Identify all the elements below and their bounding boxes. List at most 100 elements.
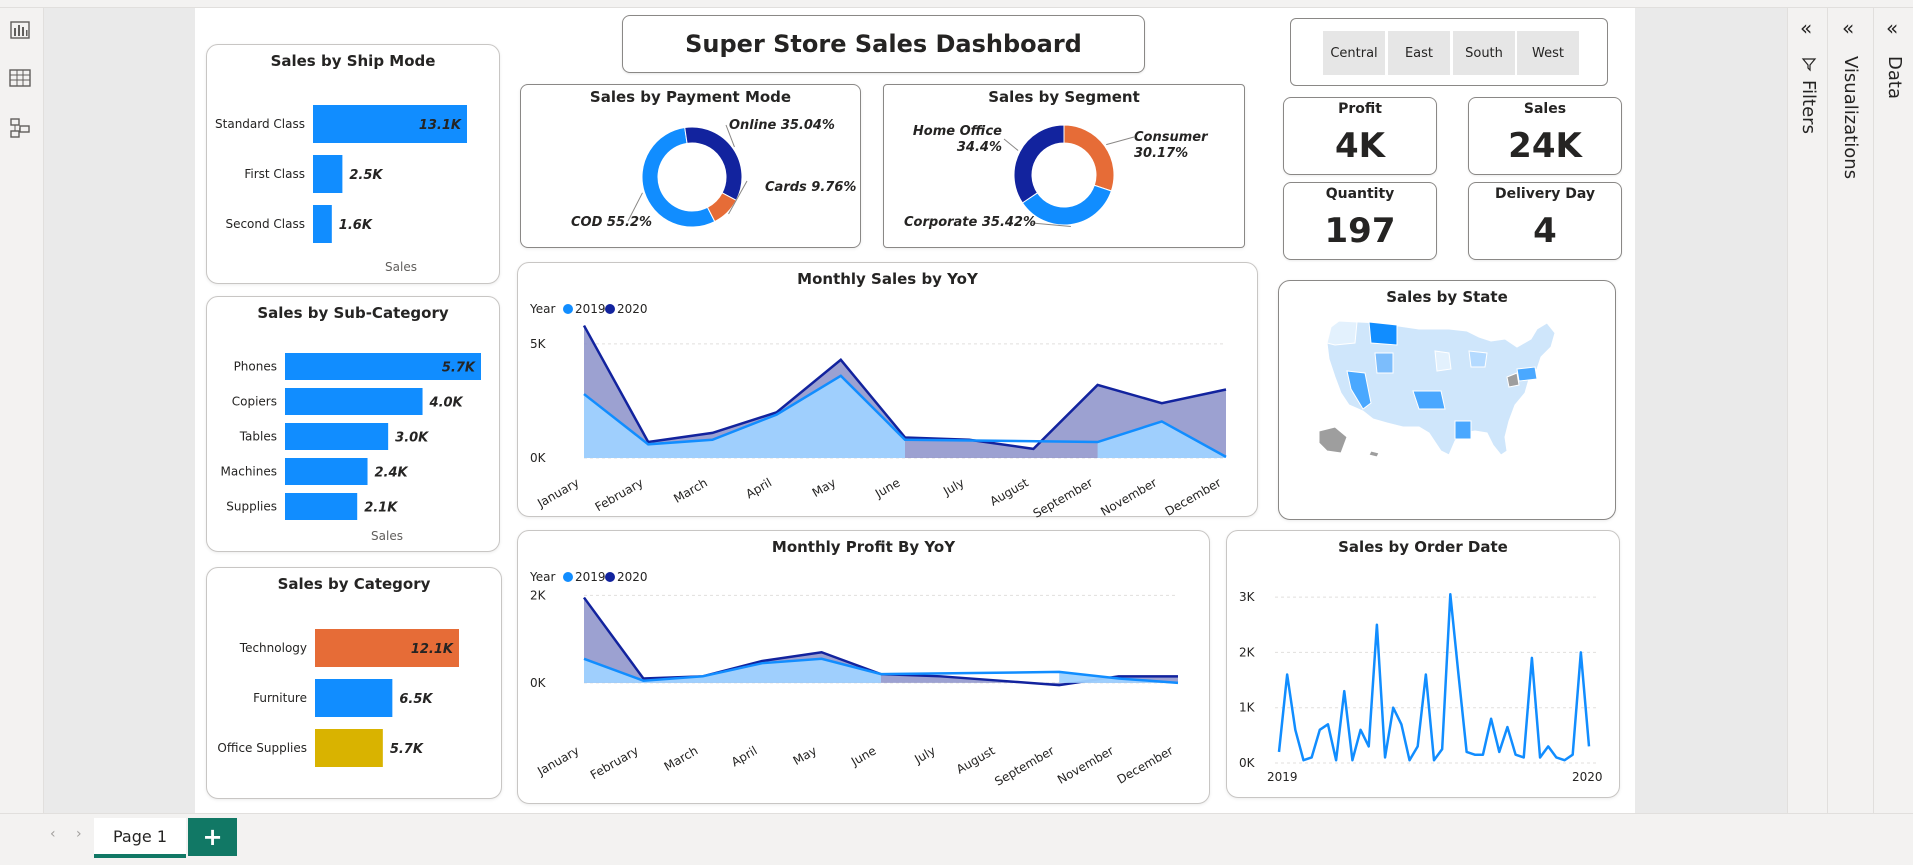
monthly-profit-chart: Year 2019 2020 0K 2K January February March Apri… xyxy=(529,570,1179,789)
table-view-icon[interactable] xyxy=(8,66,32,90)
x-tick-label: May xyxy=(791,743,819,768)
donut-slice[interactable] xyxy=(1013,124,1065,204)
collapse-icon[interactable]: « xyxy=(1842,16,1854,40)
donut-data-label: 30.17% xyxy=(1134,146,1188,161)
kpi-label: Quantity xyxy=(1325,186,1395,202)
bar-data-label: 12.1K xyxy=(411,642,454,657)
slicer-west[interactable]: West xyxy=(1517,31,1579,75)
y-tick-label: 2K xyxy=(530,588,547,602)
legend-marker[interactable] xyxy=(563,304,573,314)
bar[interactable] xyxy=(285,493,358,520)
kpi-sales[interactable]: Sales 24K xyxy=(1468,97,1622,175)
bar[interactable] xyxy=(315,679,393,717)
report-view-icon[interactable] xyxy=(8,18,32,42)
bar[interactable] xyxy=(285,458,368,485)
monthly-profit-card[interactable]: Monthly Profit By YoY Year 2019 2020 0K 2K Ja… xyxy=(517,530,1210,804)
us-state-map[interactable] xyxy=(1279,281,1617,521)
kpi-value: 197 xyxy=(1324,211,1396,251)
state-ok[interactable] xyxy=(1412,390,1446,410)
payment-mode-chart: COD 55.2% Online 35.04% Cards 9.76% xyxy=(571,118,856,230)
bar[interactable] xyxy=(313,205,332,243)
segment-chart: Consumer30.17% Corporate 35.42% Home Offic… xyxy=(904,124,1209,230)
series-line-2020[interactable] xyxy=(582,596,1178,687)
legend-label[interactable]: 2019 xyxy=(575,570,606,584)
kpi-profit[interactable]: Profit 4K xyxy=(1283,97,1437,175)
legend-label[interactable]: 2020 xyxy=(617,570,648,584)
bar[interactable] xyxy=(285,388,423,415)
filters-pane[interactable]: « Filters xyxy=(1787,8,1827,813)
legend-label[interactable]: 2019 xyxy=(575,302,606,316)
bar-category-label: Machines xyxy=(221,465,277,479)
bar[interactable] xyxy=(315,729,383,767)
state-ia[interactable] xyxy=(1434,350,1452,372)
bar-category-label: Copiers xyxy=(232,395,277,409)
donut-data-label: Corporate 35.42% xyxy=(904,215,1036,230)
data-pane[interactable]: « Data xyxy=(1873,8,1913,813)
kpi-value: 4K xyxy=(1334,126,1385,166)
bar[interactable] xyxy=(285,423,389,450)
legend-title: Year xyxy=(529,570,555,584)
category-card[interactable]: Sales by Category Technology 12.1K Furnitu… xyxy=(206,567,502,799)
state-la[interactable] xyxy=(1454,420,1472,440)
bar[interactable] xyxy=(313,155,343,193)
slicer-south[interactable]: South xyxy=(1453,31,1515,75)
order-date-line[interactable] xyxy=(1277,593,1591,762)
dashboard-title: Super Store Sales Dashboard xyxy=(622,15,1145,73)
x-tick-label: September xyxy=(1031,475,1095,518)
data-label[interactable]: Data xyxy=(1884,56,1905,99)
bar-category-label: Tables xyxy=(239,430,277,444)
x-tick-label: July xyxy=(911,743,938,766)
bar-data-label: 6.5K xyxy=(399,692,433,707)
state-pa[interactable] xyxy=(1516,366,1538,382)
legend-marker[interactable] xyxy=(563,572,573,582)
ship-mode-chart: Standard Class 13.1K First Class 2.5K Second… xyxy=(215,105,467,274)
state-mt[interactable] xyxy=(1368,321,1398,346)
x-tick-label: August xyxy=(988,475,1032,508)
collapse-icon[interactable]: « xyxy=(1800,16,1812,40)
legend-label[interactable]: 2020 xyxy=(617,302,648,316)
order-date-card[interactable]: Sales by Order Date 0K 1K 2K 3K 2019 2020 xyxy=(1226,530,1620,798)
segment-card[interactable]: Sales by Segment Consumer 30.17% Corporate… xyxy=(883,84,1245,248)
kpi-label: Delivery Day xyxy=(1494,186,1595,202)
x-tick-label: March xyxy=(671,475,710,505)
state-mi[interactable] xyxy=(1468,350,1488,368)
state-ak[interactable] xyxy=(1318,426,1348,454)
visualizations-pane[interactable]: « Visualizations xyxy=(1827,8,1873,813)
payment-mode-card[interactable]: Sales by Payment Mode COD 55.2% Online 35… xyxy=(520,84,861,248)
nav-next-icon[interactable]: › xyxy=(76,826,82,842)
visualizations-label[interactable]: Visualizations xyxy=(1840,56,1861,179)
donut-data-label: 34.4% xyxy=(957,140,1002,155)
axis-label: Sales xyxy=(385,260,417,274)
legend-marker[interactable] xyxy=(605,304,615,314)
legend-title: Year xyxy=(529,302,555,316)
add-page-button[interactable]: + xyxy=(188,818,237,856)
page-tab-1[interactable]: Page 1 xyxy=(94,818,186,858)
bar-data-label: 2.5K xyxy=(349,168,383,183)
x-tick-label: February xyxy=(593,475,646,514)
bar-category-label: Furniture xyxy=(253,691,307,705)
page-navigation-bar xyxy=(0,813,1913,865)
state-map-card[interactable]: Sales by State xyxy=(1278,280,1616,520)
collapse-icon[interactable]: « xyxy=(1886,16,1898,40)
state-wy[interactable] xyxy=(1374,352,1394,374)
filters-label[interactable]: Filters xyxy=(1798,80,1819,134)
donut-data-label: Home Office xyxy=(913,124,1002,139)
monthly-sales-card[interactable]: Monthly Sales by YoY Year 2019 2020 0K 5K Jan… xyxy=(517,262,1258,518)
slicer-east[interactable]: East xyxy=(1388,31,1450,75)
kpi-quantity[interactable]: Quantity 197 xyxy=(1283,182,1437,260)
nav-prev-icon[interactable]: ‹ xyxy=(50,826,56,842)
bar-category-label: Second Class xyxy=(225,217,305,231)
state-wa[interactable] xyxy=(1326,320,1358,346)
donut-slice[interactable] xyxy=(1063,124,1115,192)
leader-line xyxy=(1003,138,1019,151)
donut-slice[interactable] xyxy=(684,126,743,201)
model-view-icon[interactable] xyxy=(8,116,32,140)
ship-mode-card[interactable]: Sales by Ship Mode Standard Class 13.1K Fi… xyxy=(206,44,500,284)
legend-marker[interactable] xyxy=(605,572,615,582)
slicer-central[interactable]: Central xyxy=(1323,31,1385,75)
sub-category-card[interactable]: Sales by Sub-Category Phones 5.7K Copiers 4… xyxy=(206,296,500,552)
kpi-delivery-day[interactable]: Delivery Day 4 xyxy=(1468,182,1622,260)
x-tick-label: December xyxy=(1115,743,1176,786)
state-hi[interactable] xyxy=(1368,450,1380,458)
x-tick-label: February xyxy=(588,743,641,782)
